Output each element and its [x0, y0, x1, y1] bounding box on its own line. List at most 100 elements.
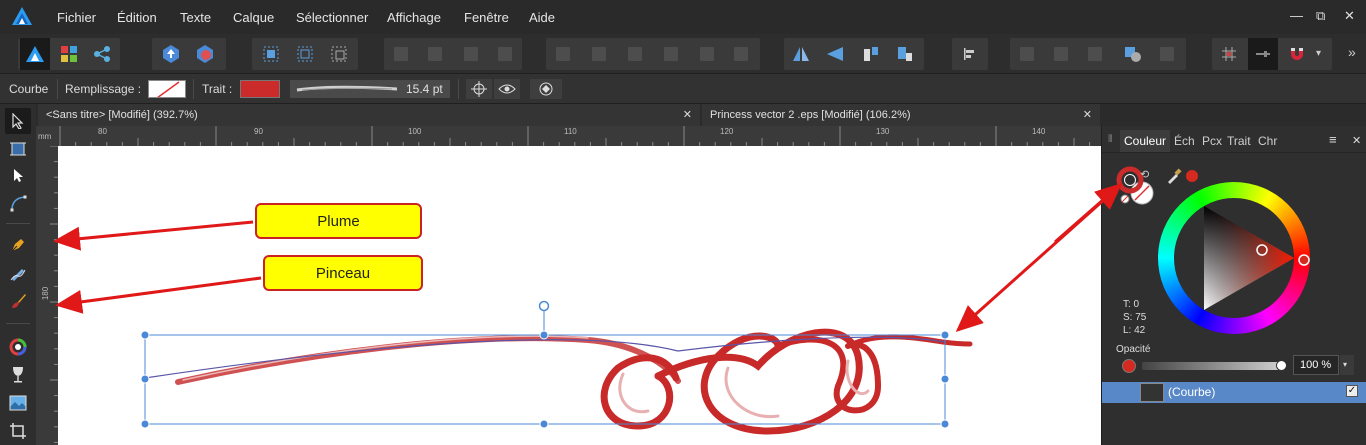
- ruler-label: 130: [876, 127, 890, 136]
- restore-button[interactable]: ⧉: [1316, 8, 1325, 24]
- ruler-label: 90: [254, 127, 263, 136]
- assistant-button[interactable]: [190, 38, 220, 70]
- layer-row-courbe[interactable]: (Courbe) ✓: [1102, 382, 1366, 403]
- artboard-icon: [10, 142, 26, 156]
- corner-icon: [10, 195, 27, 212]
- crop-tool[interactable]: [5, 418, 31, 444]
- designer-persona-button[interactable]: [20, 38, 50, 70]
- context-separator: [458, 79, 459, 99]
- close-tab-icon[interactable]: ✕: [683, 108, 692, 121]
- transparency-tool[interactable]: [5, 362, 31, 388]
- place-image-tool[interactable]: [5, 390, 31, 416]
- menu-edition[interactable]: Édition: [117, 10, 157, 25]
- rotate-left-button[interactable]: [856, 38, 886, 70]
- minimize-button[interactable]: —: [1290, 8, 1303, 23]
- pixel-persona-button[interactable]: [54, 38, 84, 70]
- paint-brush-icon: [12, 294, 26, 308]
- flip-horizontal-button[interactable]: [786, 38, 816, 70]
- tab-sans-titre[interactable]: <Sans titre> [Modifié] (392.7%) ✕: [38, 104, 700, 126]
- stroke-width-value: 15.4 pt: [406, 82, 443, 96]
- menu-fenetre[interactable]: Fenêtre: [464, 10, 509, 25]
- tab-princess-vector[interactable]: Princess vector 2 .eps [Modifié] (106.2%…: [702, 104, 1100, 126]
- opacity-value-field[interactable]: 100 %: [1293, 355, 1339, 375]
- pen-tool[interactable]: [5, 232, 31, 258]
- close-tab-icon[interactable]: ✕: [1083, 108, 1092, 121]
- rotate-right-icon: [898, 47, 912, 61]
- menu-bar: Fichier Édition Texte Calque Sélectionne…: [0, 0, 1366, 34]
- horizontal-ruler[interactable]: 80 90 100 110 120 130 140: [58, 126, 1101, 146]
- panel-menu-icon[interactable]: ≡: [1329, 132, 1337, 147]
- invert-selection-button[interactable]: [324, 38, 354, 70]
- vector-brush-tool[interactable]: [5, 288, 31, 314]
- fill-stroke-selector-icon[interactable]: [1116, 166, 1158, 208]
- color-wheel[interactable]: [1158, 182, 1310, 334]
- color-triangle[interactable]: [1158, 182, 1310, 334]
- corner-tool[interactable]: [5, 190, 31, 216]
- tab-label: <Sans titre> [Modifié] (392.7%): [46, 109, 198, 121]
- no-fill-icon: [157, 81, 180, 97]
- snapping-dropdown-icon[interactable]: ▾: [1316, 48, 1321, 59]
- pencil-tool[interactable]: [5, 260, 31, 286]
- tab-brushes[interactable]: Pcx: [1202, 134, 1222, 148]
- snap-to-node-button[interactable]: [466, 79, 492, 99]
- swap-colors-icon[interactable]: ⟲: [1140, 168, 1149, 181]
- move-tool[interactable]: [5, 108, 31, 134]
- alignment-button[interactable]: [955, 38, 985, 70]
- close-window-button[interactable]: ✕: [1344, 8, 1355, 24]
- menu-selectionner[interactable]: Sélectionner: [296, 10, 368, 25]
- tab-swatches[interactable]: Éch: [1174, 134, 1195, 148]
- add-icon: [1020, 47, 1034, 61]
- opacity-dropdown-icon[interactable]: ▾: [1340, 355, 1354, 375]
- tab-stroke[interactable]: Trait: [1227, 134, 1251, 148]
- tab-couleur[interactable]: Couleur: [1120, 130, 1171, 152]
- panel-grip-icon[interactable]: ⦀: [1108, 134, 1112, 145]
- snapping-button[interactable]: [1282, 38, 1312, 70]
- opacity-slider[interactable]: [1142, 362, 1282, 370]
- share-button[interactable]: [156, 38, 186, 70]
- flip-horizontal-icon: [793, 47, 809, 61]
- main-toolbar: ▾ »: [0, 34, 1366, 74]
- context-toolbar: Courbe Remplissage : Trait : 15.4 pt: [0, 74, 1366, 104]
- grid-button[interactable]: [1214, 38, 1244, 70]
- fill-tool[interactable]: [5, 334, 31, 360]
- rotate-left-icon: [864, 47, 878, 61]
- document-canvas[interactable]: [58, 146, 1101, 445]
- select-none-button[interactable]: [290, 38, 320, 70]
- panel-close-icon[interactable]: ✕: [1352, 134, 1361, 147]
- layer-thumbnail: [1140, 383, 1164, 402]
- flip-vertical-button[interactable]: [820, 38, 850, 70]
- current-color-dot[interactable]: [1186, 170, 1198, 182]
- artboard-tool[interactable]: [5, 136, 31, 162]
- ruler-unit[interactable]: mm: [36, 126, 58, 146]
- snap-line-icon: [1256, 51, 1270, 57]
- crop-icon: [10, 423, 26, 439]
- menu-texte[interactable]: Texte: [180, 10, 211, 25]
- invert-selection-icon: [331, 46, 347, 62]
- move-front-icon: [498, 47, 512, 61]
- menu-fichier[interactable]: Fichier: [57, 10, 96, 25]
- vertical-ruler[interactable]: 180: [36, 146, 58, 445]
- tab-label: Princess vector 2 .eps [Modifié] (106.2%…: [710, 109, 911, 121]
- affinity-designer-logo-icon[interactable]: [11, 6, 33, 28]
- menu-aide[interactable]: Aide: [529, 10, 555, 25]
- fill-swatch[interactable]: [148, 80, 186, 98]
- stroke-width-field[interactable]: 15.4 pt: [290, 80, 450, 98]
- eye-icon: [498, 84, 516, 94]
- ruler-label: 140: [1032, 127, 1046, 136]
- layer-visibility-checkbox[interactable]: ✓: [1346, 385, 1358, 397]
- snapping-options-button[interactable]: [1248, 38, 1278, 70]
- opacity-slider-handle[interactable]: [1276, 360, 1287, 371]
- tab-character[interactable]: Chr: [1258, 134, 1277, 148]
- align-center-icon: [592, 47, 606, 61]
- menu-affichage[interactable]: Affichage: [387, 10, 441, 25]
- stabilizer-button[interactable]: [530, 79, 562, 99]
- rotate-right-button[interactable]: [890, 38, 920, 70]
- divide-button[interactable]: [1118, 38, 1148, 70]
- toolbar-overflow-icon[interactable]: »: [1348, 44, 1356, 60]
- preview-button[interactable]: [494, 79, 520, 99]
- menu-calque[interactable]: Calque: [233, 10, 274, 25]
- node-tool[interactable]: [5, 162, 31, 188]
- select-all-button[interactable]: [256, 38, 286, 70]
- stroke-swatch[interactable]: [240, 80, 280, 98]
- export-persona-button[interactable]: [87, 38, 117, 70]
